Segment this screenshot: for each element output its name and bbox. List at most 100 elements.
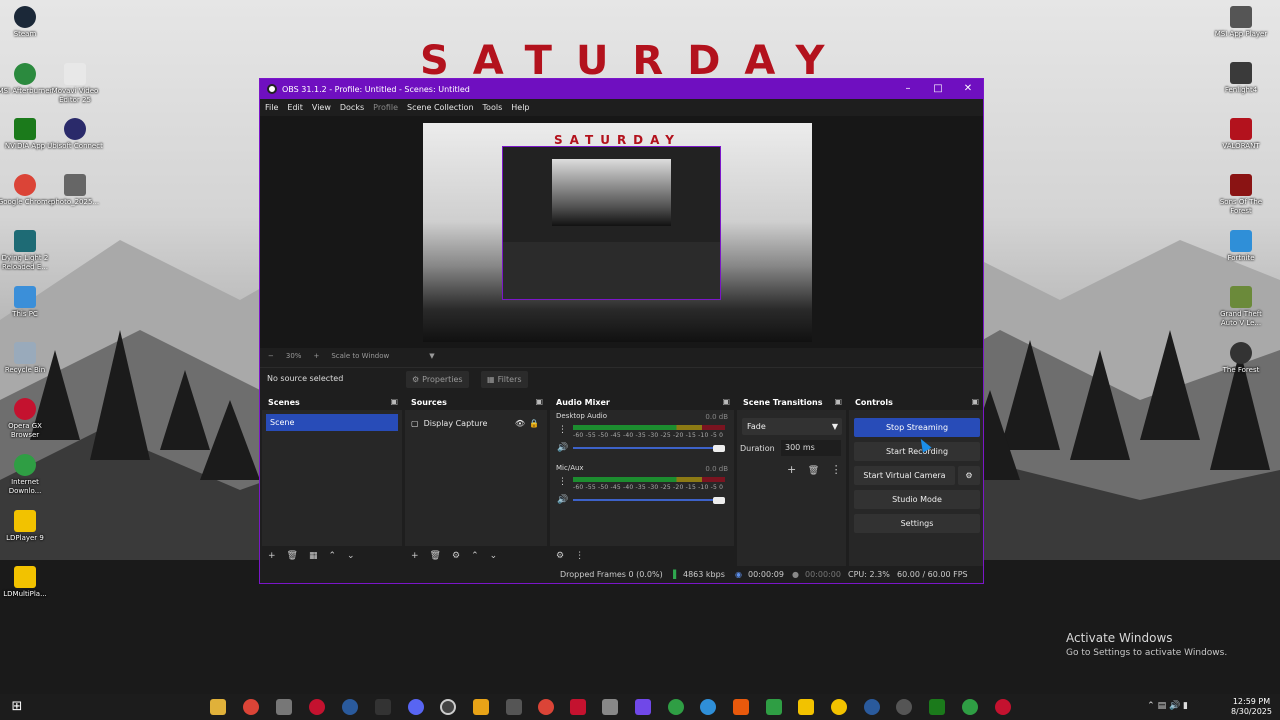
opera-gx-icon[interactable] bbox=[995, 699, 1011, 715]
minimize-icon[interactable]: – bbox=[893, 79, 923, 99]
system-tray[interactable]: ⌃ ▤ 🔊 ▮ bbox=[1147, 701, 1188, 711]
desktop-icon-valorant[interactable]: VALORANT bbox=[1211, 118, 1271, 151]
clock[interactable]: 12:59 PM 8/30/2025 bbox=[1231, 697, 1272, 717]
maximize-icon[interactable]: □ bbox=[923, 79, 953, 99]
desktop-icon-idm[interactable]: Internet Downlo... bbox=[0, 454, 55, 496]
add-icon[interactable]: + bbox=[411, 551, 419, 561]
vegas-icon[interactable] bbox=[473, 699, 489, 715]
menu-docks[interactable]: Docks bbox=[340, 103, 364, 112]
properties-button[interactable]: ⚙ Properties bbox=[406, 371, 469, 388]
steam-2-icon[interactable] bbox=[864, 699, 880, 715]
source-item[interactable]: ▢ Display Capture 👁 🔒 bbox=[411, 416, 543, 431]
more-vertical-icon[interactable]: ⋮ bbox=[831, 463, 842, 476]
settings-icon[interactable] bbox=[896, 699, 912, 715]
telegram-icon[interactable] bbox=[700, 699, 716, 715]
discord-icon[interactable] bbox=[408, 699, 424, 715]
zoom-in-button[interactable]: + bbox=[313, 352, 319, 360]
gear-icon[interactable]: ⚙ bbox=[452, 551, 460, 561]
notepad-icon[interactable] bbox=[276, 699, 292, 715]
desktop-icon-ldplayer[interactable]: LDPlayer 9 bbox=[0, 510, 55, 543]
edge-icon[interactable] bbox=[668, 699, 684, 715]
undock-icon[interactable]: ▣ bbox=[722, 397, 730, 406]
desktop-icon-movavi[interactable]: Movavi Video Editor 25 bbox=[45, 63, 105, 105]
scene-item[interactable]: Scene bbox=[266, 414, 398, 431]
desktop-icon-opera-gx[interactable]: Opera GX Browser bbox=[0, 398, 55, 440]
menu-view[interactable]: View bbox=[312, 103, 331, 112]
settings-button[interactable]: Settings bbox=[854, 514, 980, 533]
volume-slider-knob[interactable] bbox=[713, 445, 725, 452]
volume-slider[interactable] bbox=[573, 447, 725, 449]
desktop-icon-dying-light[interactable]: Dying Light 2 Reloaded E... bbox=[0, 230, 55, 272]
preview-area[interactable]: SATURDAY bbox=[260, 116, 983, 348]
undock-icon[interactable]: ▣ bbox=[535, 397, 543, 406]
epic-games-icon[interactable] bbox=[375, 699, 391, 715]
add-icon[interactable]: + bbox=[268, 551, 276, 561]
desktop-icon-this-pc[interactable]: This PC bbox=[0, 286, 55, 319]
stop-streaming-button[interactable]: Stop Streaming bbox=[854, 418, 980, 437]
desktop-icon-the-forest[interactable]: The Forest bbox=[1211, 342, 1271, 375]
arrow-up-icon[interactable]: ⌃ bbox=[471, 551, 479, 561]
virtual-camera-settings-button[interactable]: ⚙ bbox=[958, 466, 980, 485]
menu-file[interactable]: File bbox=[265, 103, 278, 112]
arrow-down-icon[interactable]: ⌄ bbox=[347, 551, 355, 561]
menu-tools[interactable]: Tools bbox=[483, 103, 503, 112]
advanced-audio-icon[interactable]: ⚙ bbox=[556, 551, 564, 561]
desktop-icon-fenlight[interactable]: Fenlight4 bbox=[1211, 62, 1271, 95]
filters-button[interactable]: ▦ Filters bbox=[481, 371, 528, 388]
chevron-up-icon[interactable]: ⌃ bbox=[1147, 701, 1155, 711]
menu-profile[interactable]: Profile bbox=[373, 103, 398, 112]
desktop-icon-fortnite[interactable]: Fortnite bbox=[1211, 230, 1271, 263]
chrome-icon[interactable] bbox=[243, 699, 259, 715]
nvidia-icon[interactable] bbox=[929, 699, 945, 715]
duration-input[interactable]: 300 ms bbox=[781, 440, 841, 456]
desktop-icon-photo[interactable]: photo_2025... bbox=[45, 174, 105, 207]
zoom-out-button[interactable]: − bbox=[268, 352, 274, 360]
close-icon[interactable]: ✕ bbox=[953, 79, 983, 99]
menu-help[interactable]: Help bbox=[511, 103, 529, 112]
network-icon[interactable]: ▤ bbox=[1158, 701, 1167, 711]
opera-icon[interactable] bbox=[309, 699, 325, 715]
chevron-down-icon[interactable]: ▼ bbox=[429, 352, 434, 360]
game-2-icon[interactable] bbox=[733, 699, 749, 715]
start-recording-button[interactable]: Start Recording bbox=[854, 442, 980, 461]
trash-icon[interactable]: 🗑 bbox=[430, 551, 441, 561]
desktop-icon-gta-v[interactable]: Grand Theft Auto V Le... bbox=[1211, 286, 1271, 328]
more-vertical-icon[interactable]: ⋮ bbox=[558, 425, 567, 435]
trash-icon[interactable]: 🗑 bbox=[287, 551, 298, 561]
teamviewer-icon[interactable] bbox=[635, 699, 651, 715]
speaker-icon[interactable]: 🔊 bbox=[557, 495, 568, 505]
trash-icon[interactable]: 🗑 bbox=[808, 466, 819, 476]
studio-mode-button[interactable]: Studio Mode bbox=[854, 490, 980, 509]
add-icon[interactable]: + bbox=[787, 463, 796, 476]
steam-icon[interactable] bbox=[342, 699, 358, 715]
desktop-icon-ldmultiplayer[interactable]: LDMultiPla... bbox=[0, 566, 55, 599]
ldplayer-icon[interactable] bbox=[798, 699, 814, 715]
undock-icon[interactable]: ▣ bbox=[834, 397, 842, 406]
scale-mode-select[interactable]: Scale to Window bbox=[331, 352, 389, 360]
obs-icon[interactable] bbox=[440, 699, 456, 715]
volume-slider[interactable] bbox=[573, 499, 725, 501]
desktop-icon-msi-app-player[interactable]: MSI App Player bbox=[1211, 6, 1271, 39]
more-vertical-icon[interactable]: ⋮ bbox=[558, 477, 567, 487]
menu-edit[interactable]: Edit bbox=[287, 103, 303, 112]
speaker-icon[interactable]: 🔊 bbox=[1169, 701, 1180, 711]
youtube-icon[interactable] bbox=[570, 699, 586, 715]
undock-icon[interactable]: ▣ bbox=[390, 397, 398, 406]
xbox-icon[interactable] bbox=[962, 699, 978, 715]
ldmulti-icon[interactable] bbox=[831, 699, 847, 715]
preview-canvas[interactable]: SATURDAY bbox=[423, 123, 812, 342]
volume-slider-knob[interactable] bbox=[713, 497, 725, 504]
obs-titlebar[interactable]: OBS 31.1.2 - Profile: Untitled - Scenes:… bbox=[260, 79, 983, 99]
transition-select[interactable]: Fade ▼ bbox=[742, 418, 842, 435]
game-icon[interactable] bbox=[506, 699, 522, 715]
chrome-2-icon[interactable] bbox=[538, 699, 554, 715]
arrow-up-icon[interactable]: ⌃ bbox=[329, 551, 337, 561]
desktop-icon-ubisoft[interactable]: Ubisoft Connect bbox=[45, 118, 105, 151]
lock-icon[interactable]: 🔒 bbox=[529, 419, 539, 428]
desktop-icon-sons-of-the-forest[interactable]: Sons Of The Forest bbox=[1211, 174, 1271, 216]
start-virtual-camera-button[interactable]: Start Virtual Camera bbox=[854, 466, 955, 485]
notion-icon[interactable] bbox=[602, 699, 618, 715]
filter-icon[interactable]: ▦ bbox=[309, 551, 318, 561]
file-explorer-icon[interactable] bbox=[210, 699, 226, 715]
undock-icon[interactable]: ▣ bbox=[971, 397, 979, 406]
